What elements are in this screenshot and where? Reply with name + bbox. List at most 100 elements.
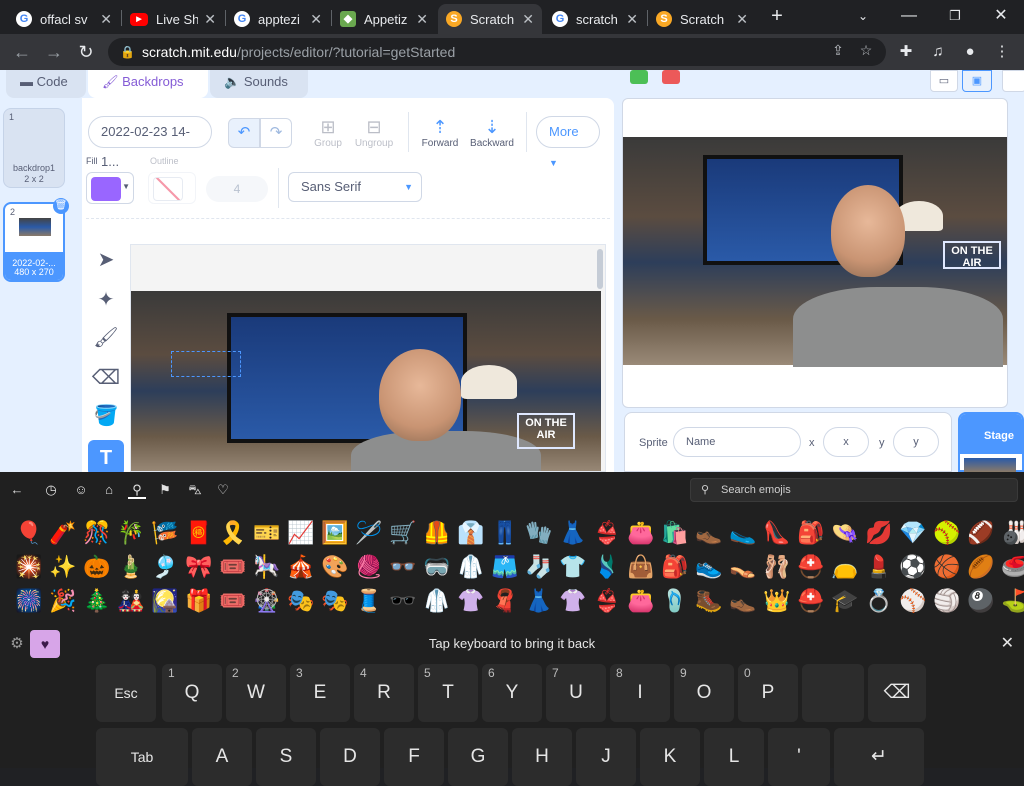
flag-icon[interactable]: ⚑ [156, 481, 174, 499]
media-control-icon[interactable]: ♫ [928, 42, 948, 62]
sprite-name-input[interactable]: Name [673, 427, 801, 457]
close-icon[interactable]: ✕ [1001, 633, 1014, 653]
emoji-button[interactable]: 👠 [760, 518, 794, 548]
key-q[interactable]: 1Q [162, 664, 222, 722]
tab-search-icon[interactable]: ⌄ [848, 4, 878, 28]
emoji-button[interactable]: 🩳 [488, 552, 522, 582]
outline-width-input[interactable]: 4 [206, 176, 268, 202]
bookmark-star-icon[interactable]: ☆ [856, 40, 876, 60]
emoji-button[interactable]: 👛 [624, 586, 658, 616]
text-tool-icon[interactable]: T [88, 440, 124, 472]
normal-stage-button[interactable]: ▣ [962, 70, 992, 92]
emoji-button[interactable]: 🎒 [658, 552, 692, 582]
emoji-button[interactable]: 🎇 [12, 552, 46, 582]
paint-canvas[interactable]: ON THE AIR [130, 244, 606, 472]
emoji-button[interactable]: 🎏 [148, 518, 182, 548]
y-input[interactable]: y [893, 427, 939, 457]
tab-appetiz[interactable]: ◆ Appetiz ✕ [332, 4, 436, 34]
emoji-button[interactable]: 🎀 [182, 552, 216, 582]
key-w[interactable]: 2W [226, 664, 286, 722]
emoji-button[interactable]: 👜 [624, 552, 658, 582]
emoji-button[interactable]: 🏉 [964, 552, 998, 582]
green-flag-icon[interactable] [630, 70, 648, 84]
key-f[interactable]: F [384, 728, 444, 786]
tab-code[interactable]: ▬ Code [6, 70, 86, 98]
emoji-button[interactable]: 🛍️ [658, 518, 692, 548]
backdrop-tile-1[interactable]: 1 backdrop1 2 x 2 [3, 108, 65, 188]
reload-button[interactable]: ↻ [74, 40, 98, 64]
brush-tool-icon[interactable]: 🖌 [88, 320, 124, 356]
key-k[interactable]: K [640, 728, 700, 786]
emoji-button[interactable]: ⚽ [896, 552, 930, 582]
key-r[interactable]: 4R [354, 664, 414, 722]
eraser-tool-icon[interactable]: ⌫ [88, 360, 124, 396]
emoji-button[interactable]: 🎁 [182, 586, 216, 616]
tab-scratch-active[interactable]: S Scratch ✕ [438, 4, 542, 34]
stage-photo[interactable]: ON THE AIR [623, 137, 1007, 367]
emoji-button[interactable]: 🦺 [420, 518, 454, 548]
tab-backdrops[interactable]: 🖌 Backdrops [88, 70, 208, 98]
heart-icon[interactable]: ♡ [214, 481, 232, 499]
extensions-icon[interactable]: ✚ [896, 42, 916, 62]
tab-live-show[interactable]: ▶ Live Sh ✕ [122, 4, 224, 34]
emoji-button[interactable]: 🎉 [46, 586, 80, 616]
emoji-button[interactable]: 🕶️ [386, 586, 420, 616]
emoji-search-input[interactable]: ⚲ Search emojis [690, 478, 1018, 502]
emoji-button[interactable]: 🎑 [148, 586, 182, 616]
emoji-button[interactable]: 🧤 [522, 518, 556, 548]
emoji-button[interactable]: 🖼️ [318, 518, 352, 548]
key-g[interactable]: G [448, 728, 508, 786]
share-icon[interactable]: ⇪ [828, 40, 848, 60]
redo-button[interactable]: ↷ [260, 118, 292, 148]
smiley-icon[interactable]: ☺ [72, 481, 90, 499]
key-h[interactable]: H [512, 728, 572, 786]
key-s[interactable]: S [256, 728, 316, 786]
emoji-button[interactable]: ✨ [46, 552, 80, 582]
group-button[interactable]: ⊞ Group [310, 116, 346, 149]
key-t[interactable]: 5T [418, 664, 478, 722]
backdrop-tile-2[interactable]: 2 2022-02-... 480 x 270 🗑 [3, 198, 69, 282]
emoji-button[interactable]: 🩴 [658, 586, 692, 616]
back-button[interactable]: ← [10, 40, 34, 64]
key-p[interactable]: 0P [738, 664, 798, 722]
restore-button[interactable]: ❐ [940, 4, 970, 28]
emoji-button[interactable]: 🎋 [114, 518, 148, 548]
emoji-button[interactable]: 🩰 [760, 552, 794, 582]
tab-scratch-2[interactable]: S Scratch ✕ [648, 4, 756, 34]
emoji-button[interactable]: 🎓 [828, 586, 862, 616]
emoji-button[interactable]: ⛑️ [794, 586, 828, 616]
tab-key[interactable]: Tab [96, 728, 188, 786]
emoji-button[interactable]: 🎟️ [216, 552, 250, 582]
close-icon[interactable]: ✕ [626, 11, 638, 28]
emoji-button[interactable]: 🧦 [522, 552, 556, 582]
emoji-button[interactable]: 👕 [556, 552, 590, 582]
emoji-button[interactable]: 🥼 [420, 586, 454, 616]
emoji-button[interactable]: 🎍 [114, 552, 148, 582]
emoji-button[interactable]: 🎗️ [216, 518, 250, 548]
more-button[interactable]: More ▼ [536, 116, 600, 168]
emoji-button[interactable]: 🥾 [692, 586, 726, 616]
emoji-button[interactable]: 🎡 [250, 586, 284, 616]
objects-icon[interactable]: ⚲ [128, 481, 146, 499]
emoji-button[interactable]: 🩱 [590, 552, 624, 582]
emoji-button[interactable]: 👑 [760, 586, 794, 616]
backspace-key[interactable]: ⌫ [868, 664, 926, 722]
outline-color-picker[interactable] [148, 172, 196, 204]
emoji-button[interactable]: 🎆 [12, 586, 46, 616]
new-tab-button[interactable]: + [762, 4, 792, 28]
select-tool-icon[interactable]: ➤ [88, 242, 124, 278]
undo-button[interactable]: ↶ [228, 118, 260, 148]
emoji-button[interactable]: 👔 [454, 518, 488, 548]
key-j[interactable]: J [576, 728, 636, 786]
emoji-button[interactable]: 🧵 [352, 586, 386, 616]
fullscreen-button[interactable] [1002, 70, 1024, 92]
costume-name-input[interactable]: 2022-02-23 14-1... [88, 116, 212, 169]
address-bar[interactable]: 🔒 scratch.mit.edu/projects/editor/?tutor… [108, 38, 886, 66]
ungroup-button[interactable]: ⊟ Ungroup [352, 116, 396, 149]
reshape-tool-icon[interactable]: ✦ [88, 282, 124, 318]
tab-apptezi[interactable]: G apptezi ✕ [226, 4, 330, 34]
emoji-button[interactable]: 👟 [692, 552, 726, 582]
emoji-button[interactable]: ⚾ [896, 586, 930, 616]
emoji-button[interactable]: 🧶 [352, 552, 386, 582]
emoji-button[interactable]: 🎄 [80, 586, 114, 616]
